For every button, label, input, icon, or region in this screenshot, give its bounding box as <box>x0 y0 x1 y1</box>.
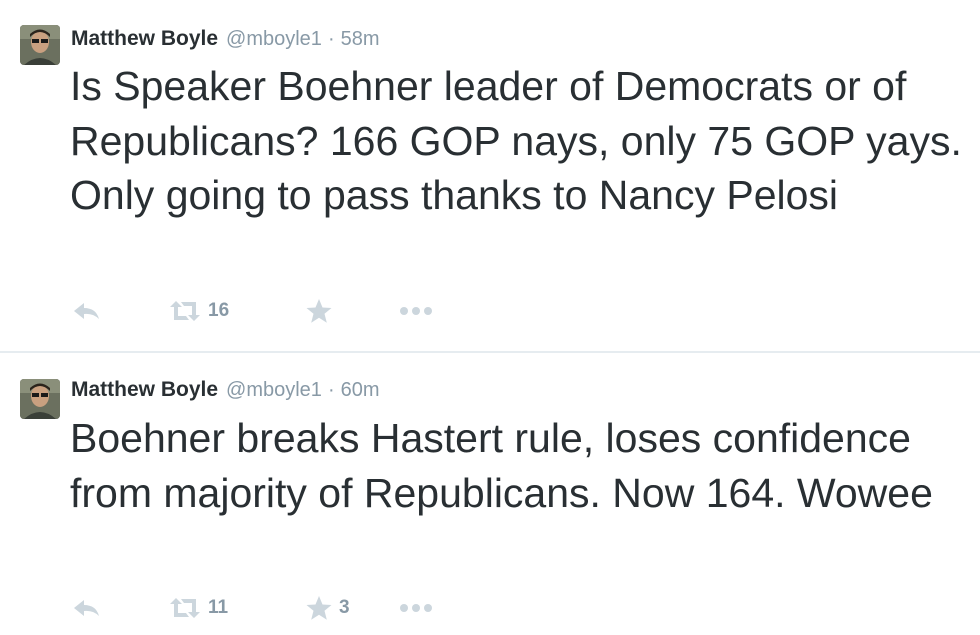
tweet-text: Is Speaker Boehner leader of Democrats o… <box>70 63 962 218</box>
more-icon <box>398 602 434 614</box>
star-icon <box>305 595 333 621</box>
tweet[interactable]: Matthew Boyle @mboyle1 · 60m Boehner bre… <box>0 353 980 635</box>
retweet-count: 16 <box>208 300 230 321</box>
more-button[interactable] <box>398 296 434 326</box>
favorite-count: 3 <box>339 597 350 618</box>
reply-icon <box>72 300 102 322</box>
author-name[interactable]: Matthew Boyle <box>71 27 218 51</box>
author-handle[interactable]: @mboyle1 <box>226 28 322 51</box>
tweet[interactable]: Matthew Boyle @mboyle1 · 58m Is Speaker … <box>0 0 980 352</box>
avatar[interactable] <box>20 25 60 65</box>
avatar[interactable] <box>20 379 60 419</box>
reply-button[interactable] <box>72 593 102 623</box>
author-handle[interactable]: @mboyle1 <box>226 379 322 402</box>
author-name[interactable]: Matthew Boyle <box>71 378 218 402</box>
timestamp[interactable]: 60m <box>341 379 380 402</box>
separator: · <box>327 28 335 50</box>
retweet-icon <box>168 300 202 322</box>
reply-icon <box>72 597 102 619</box>
tweet-text: Boehner breaks Hastert rule, loses confi… <box>70 415 933 516</box>
separator: · <box>327 379 335 401</box>
favorite-button[interactable] <box>305 296 339 326</box>
timestamp[interactable]: 58m <box>341 28 380 51</box>
retweet-count: 11 <box>208 597 229 618</box>
retweet-button[interactable]: 11 <box>168 593 228 623</box>
more-button[interactable] <box>398 593 434 623</box>
star-icon <box>305 298 333 324</box>
more-icon <box>398 305 434 317</box>
tweet-header: Matthew Boyle @mboyle1 · 60m <box>71 378 380 408</box>
retweet-button[interactable]: 16 <box>168 296 229 326</box>
retweet-icon <box>168 597 202 619</box>
tweet-header: Matthew Boyle @mboyle1 · 58m <box>71 27 380 57</box>
reply-button[interactable] <box>72 296 102 326</box>
favorite-button[interactable]: 3 <box>305 593 350 623</box>
